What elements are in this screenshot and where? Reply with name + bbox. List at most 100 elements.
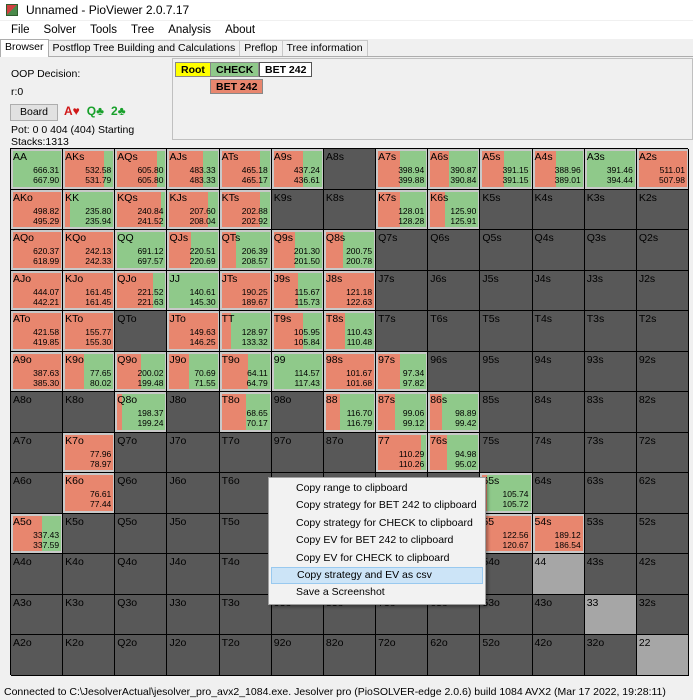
hand-cell[interactable]: J5s	[480, 270, 533, 312]
hand-cell[interactable]: JTo 149.63 146.25	[167, 311, 220, 352]
hand-cell[interactable]: 97o	[271, 432, 324, 474]
hand-cell[interactable]: Q9o 200.02 199.48	[115, 351, 168, 393]
hand-cell[interactable]: AQs 605.80 605.80	[115, 149, 168, 190]
hand-cell[interactable]: Q5o	[115, 513, 168, 555]
menu-about[interactable]: About	[218, 24, 262, 36]
hand-cell[interactable]: Q7o	[115, 432, 168, 474]
hand-cell[interactable]: J4s	[532, 270, 585, 312]
tab-tree-information[interactable]: Tree information	[281, 40, 368, 56]
hand-cell[interactable]: A6o	[11, 473, 64, 514]
tree-node-bet-selected[interactable]: BET 242	[259, 62, 313, 77]
menu-file[interactable]: File	[4, 24, 37, 36]
hand-cell[interactable]: A9o 387.63 385.30	[11, 351, 64, 393]
hand-cell[interactable]: T8s 110.43 110.48	[323, 311, 377, 352]
hand-cell[interactable]: 86s 98.89 99.42	[428, 392, 481, 433]
hand-cell[interactable]: KK 235.80 235.94	[63, 189, 116, 231]
tab-browser[interactable]: Browser	[0, 39, 49, 57]
hand-cell[interactable]: K4o	[63, 554, 116, 595]
hand-cell[interactable]: A7s 398.94 399.88	[376, 149, 429, 190]
hand-cell[interactable]: K8s	[323, 189, 377, 231]
hand-cell[interactable]: 63s	[584, 473, 637, 514]
hand-cell[interactable]: KQo 242.13 242.33	[63, 230, 116, 271]
hand-cell[interactable]: A5o 337.43 337.59	[11, 513, 64, 555]
menu-solver[interactable]: Solver	[37, 24, 84, 36]
hand-cell[interactable]: J2s	[636, 270, 689, 312]
hand-cell[interactable]: Q6o	[115, 473, 168, 514]
hand-cell[interactable]: J4o	[167, 554, 220, 595]
hand-cell[interactable]: 52o	[480, 635, 533, 676]
hand-cell[interactable]: 72o	[376, 635, 429, 676]
hand-cell[interactable]: 94s	[532, 351, 585, 393]
hand-cell[interactable]: J3o	[167, 594, 220, 636]
hand-cell[interactable]: KJs 207.60 208.04	[167, 189, 220, 231]
hand-cell[interactable]: A4s 388.96 389.01	[532, 149, 585, 190]
hand-cell[interactable]: 73s	[584, 432, 637, 474]
hand-cell[interactable]: K6s 125.90 125.91	[428, 189, 481, 231]
hand-cell[interactable]: J7o	[167, 432, 220, 474]
hand-cell[interactable]: 84s	[532, 392, 585, 433]
hand-cell[interactable]: 22	[636, 635, 689, 676]
hand-cell[interactable]: 62s	[636, 473, 689, 514]
hand-cell[interactable]: 96s	[428, 351, 481, 393]
hand-cell[interactable]: K2s	[636, 189, 689, 231]
hand-cell[interactable]: 53o	[480, 594, 533, 636]
hand-cell[interactable]: J8o	[167, 392, 220, 433]
hand-cell[interactable]: J6s	[428, 270, 481, 312]
tree-node-check[interactable]: CHECK	[210, 62, 260, 77]
hand-cell[interactable]: 82o	[323, 635, 377, 676]
hand-cell[interactable]: K2o	[63, 635, 116, 676]
hand-cell[interactable]: K9s	[271, 189, 324, 231]
hand-cell[interactable]: K5o	[63, 513, 116, 555]
hand-cell[interactable]: A4o	[11, 554, 64, 595]
hand-cell[interactable]: 93s	[584, 351, 637, 393]
hand-cell[interactable]: AQo 620.37 618.99	[11, 230, 64, 271]
hand-cell[interactable]: 83s	[584, 392, 637, 433]
hand-cell[interactable]: A2s 511.01 507.98	[636, 149, 689, 190]
hand-cell[interactable]: J7s	[376, 270, 429, 312]
hand-cell[interactable]: T9s 105.95 105.84	[271, 311, 324, 352]
hand-cell[interactable]: A5s 391.15 391.15	[480, 149, 533, 190]
hand-cell[interactable]: ATo 421.58 419.85	[11, 311, 64, 352]
hand-cell[interactable]: A8s	[323, 149, 377, 190]
hand-cell[interactable]: T6s	[428, 311, 481, 352]
hand-cell[interactable]: T4o	[219, 554, 272, 595]
hand-cell[interactable]: 33	[584, 594, 637, 636]
hand-cell[interactable]: T9o 64.11 64.79	[219, 351, 272, 393]
hand-cell[interactable]: 52s	[636, 513, 689, 555]
hand-cell[interactable]: K7s 128.01 128.28	[376, 189, 429, 231]
hand-cell[interactable]: K7o 77.96 78.97	[63, 432, 116, 474]
hand-cell[interactable]: AKs 532.58 531.79	[63, 149, 116, 190]
hand-cell[interactable]: J5o	[167, 513, 220, 555]
hand-cell[interactable]: J2o	[167, 635, 220, 676]
hand-cell[interactable]: QQ 691.12 697.57	[115, 230, 168, 271]
hand-cell[interactable]: A3s 391.46 394.44	[584, 149, 637, 190]
hand-cell[interactable]: 32o	[584, 635, 637, 676]
hand-cell[interactable]: ATs 465.18 465.17	[219, 149, 272, 190]
hand-cell[interactable]: J8s 121.18 122.63	[323, 270, 377, 312]
hand-cell[interactable]: 55 122.56 120.67	[480, 513, 533, 555]
hand-cell[interactable]: K8o	[63, 392, 116, 433]
menu-item-copy-ev-bet[interactable]: Copy EV for BET 242 to clipboard	[269, 532, 485, 549]
hand-cell[interactable]: 42s	[636, 554, 689, 595]
menu-tools[interactable]: Tools	[83, 24, 124, 36]
menu-item-copy-ev-check[interactable]: Copy EV for CHECK to clipboard	[269, 550, 485, 567]
hand-cell[interactable]: 53s	[584, 513, 637, 555]
hand-cell[interactable]: 98s 101.67 101.68	[323, 351, 377, 393]
tree-node-root[interactable]: Root	[175, 62, 211, 77]
hand-cell[interactable]: JTs 190.25 189.67	[219, 270, 272, 312]
hand-cell[interactable]: JJ 140.61 145.30	[167, 270, 220, 312]
hand-cell[interactable]: K9o 77.65 80.02	[63, 351, 116, 393]
hand-cell[interactable]: 54o	[480, 554, 533, 595]
hand-cell[interactable]: Q9s 201.30 201.50	[271, 230, 324, 271]
hand-cell[interactable]: 87s 99.06 99.12	[376, 392, 429, 433]
hand-cell[interactable]: 44	[532, 554, 585, 595]
hand-cell[interactable]: AA 666.31 667.90	[11, 149, 64, 190]
hand-cell[interactable]: QJo 221.52 221.63	[115, 270, 168, 312]
menu-tree[interactable]: Tree	[124, 24, 161, 36]
hand-cell[interactable]: 62o	[428, 635, 481, 676]
hand-cell[interactable]: Q4s	[532, 230, 585, 271]
hand-cell[interactable]: Q2s	[636, 230, 689, 271]
menu-item-save-screenshot[interactable]: Save a Screenshot	[269, 584, 485, 601]
hand-cell[interactable]: 97s 97.34 97.82	[376, 351, 429, 393]
hand-cell[interactable]: 32s	[636, 594, 689, 636]
